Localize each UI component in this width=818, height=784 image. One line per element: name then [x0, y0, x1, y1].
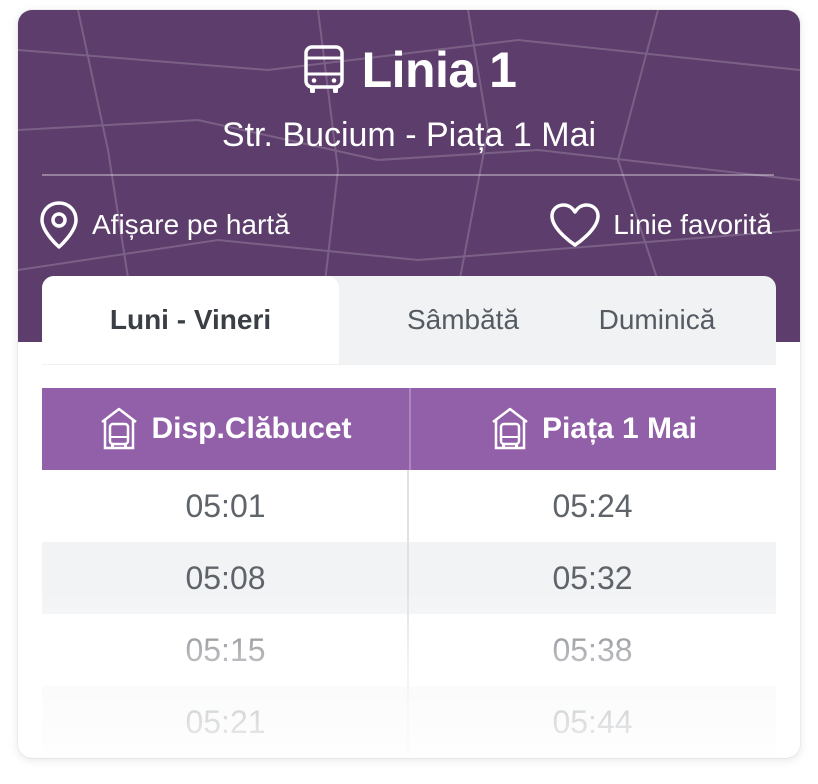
route-name: Str. Bucium - Piața 1 Mai: [221, 116, 597, 154]
title-row: Linia 1: [18, 42, 800, 98]
tab-sunday[interactable]: Duminică: [572, 276, 742, 364]
bus-station-icon: [492, 407, 528, 450]
departure-time[interactable]: 05:21: [42, 686, 409, 758]
column-header-destination: Piața 1 Mai: [409, 388, 776, 470]
header-divider: [42, 174, 774, 176]
location-pin-icon: [40, 201, 78, 249]
table-row: 05:15 05:38: [42, 614, 776, 686]
table-row: 05:21 05:44: [42, 686, 776, 758]
favorite-line-label: Linie favorită: [613, 209, 772, 240]
departure-time[interactable]: 05:08: [42, 542, 409, 614]
column-divider: [407, 470, 409, 758]
day-tabs: Luni - Vineri Sâmbătă Duminică: [42, 276, 776, 364]
heart-outline-icon: [550, 203, 600, 247]
schedule-rows: 05:01 05:24 05:08 05:32 05:15 05:38 05:2…: [42, 470, 776, 758]
schedule-table-header: Disp.Clăbucet Piața 1 Mai: [42, 388, 776, 470]
departure-time[interactable]: 05:24: [409, 470, 776, 542]
departure-time[interactable]: 05:38: [409, 614, 776, 686]
departure-time[interactable]: 05:44: [409, 686, 776, 758]
column-header-origin: Disp.Clăbucet: [42, 388, 409, 470]
column-header-destination-label: Piața 1 Mai: [541, 412, 698, 445]
departure-time[interactable]: 05:01: [42, 470, 409, 542]
departure-time[interactable]: 05:15: [42, 614, 409, 686]
bus-station-icon: [101, 407, 138, 450]
departure-time[interactable]: 05:32: [409, 542, 776, 614]
show-on-map-label: Afișare pe hartă: [92, 209, 290, 240]
show-on-map-link[interactable]: Afișare pe hartă: [38, 200, 290, 250]
table-row: 05:08 05:32: [42, 542, 776, 614]
column-header-origin-label: Disp.Clăbucet: [151, 412, 352, 445]
tab-saturday[interactable]: Sâmbătă: [388, 276, 538, 364]
bus-icon: [303, 45, 344, 93]
line-title: Linia 1: [361, 42, 517, 98]
tab-weekdays[interactable]: Luni - Vineri: [42, 276, 339, 364]
favorite-line-button[interactable]: Linie favorită: [549, 200, 772, 250]
table-row: 05:01 05:24: [42, 470, 776, 542]
